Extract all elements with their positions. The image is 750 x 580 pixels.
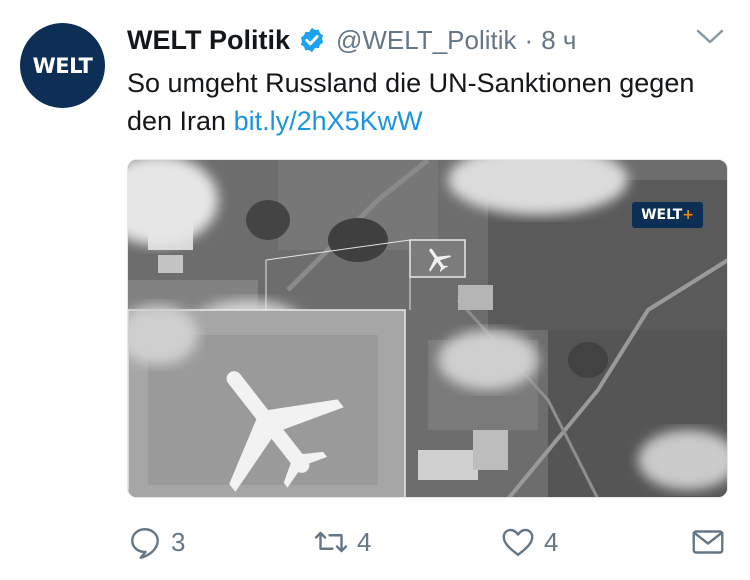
avatar-logo-text: WELT — [32, 53, 93, 78]
like-count: 4 — [544, 526, 559, 557]
separator-dot: · — [524, 24, 534, 55]
verified-icon — [300, 27, 324, 53]
like-button[interactable]: 4 — [500, 520, 558, 564]
retweet-button[interactable]: 4 — [313, 520, 371, 564]
direct-message-icon — [692, 530, 724, 554]
avatar[interactable]: WELT — [20, 23, 105, 108]
direct-message-button[interactable] — [690, 520, 726, 564]
retweet-count: 4 — [357, 526, 372, 557]
user-handle[interactable]: @WELT_Politik — [336, 25, 517, 56]
display-name[interactable]: WELT Politik — [127, 25, 290, 56]
tweet-text: So umgeht Russland die UN-Sanktionen geg… — [127, 64, 727, 140]
tweet-media-image[interactable]: WELT+ — [127, 159, 728, 498]
retweet-icon — [314, 531, 348, 553]
reply-button[interactable]: 3 — [127, 520, 185, 564]
badge-plus: + — [682, 207, 694, 223]
reply-count: 3 — [171, 526, 186, 557]
welt-plus-badge: WELT+ — [632, 202, 703, 228]
tweet-actions: 3 4 4 — [127, 520, 727, 564]
chevron-down-icon[interactable] — [695, 27, 725, 47]
badge-text: WELT — [641, 207, 683, 223]
timestamp[interactable]: 8 ч — [541, 25, 576, 56]
tweet-link[interactable]: bit.ly/2hX5KwW — [234, 106, 423, 136]
reply-icon — [131, 528, 159, 559]
like-icon — [502, 528, 534, 556]
tweet-header: WELT Politik @WELT_Politik · 8 ч — [127, 22, 576, 58]
